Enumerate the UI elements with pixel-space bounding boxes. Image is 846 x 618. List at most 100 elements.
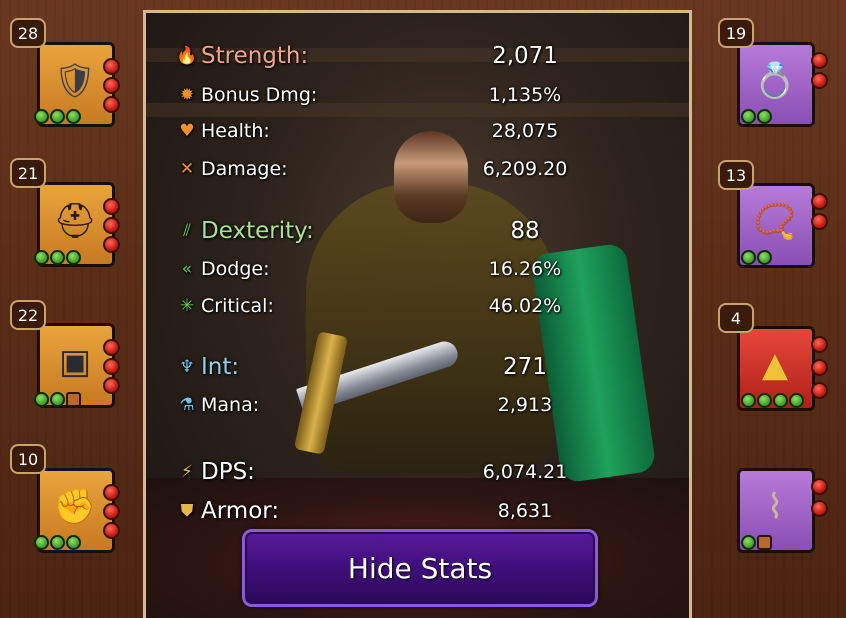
flame-icon: 🔥 <box>176 46 198 66</box>
stat-value: 6,209.20 <box>482 158 568 180</box>
upgrade-dot-icon <box>34 250 49 265</box>
stat-int: ♆ Int: 271 <box>175 352 595 382</box>
socket-gem-icon <box>103 339 120 356</box>
stat-dps: ⚡ DPS: 6,074.21 <box>175 457 595 487</box>
socket-gem-icon <box>103 522 120 539</box>
stat-value: 46.02% <box>488 295 562 317</box>
bracer-icon: ⌇ <box>766 487 784 527</box>
helmet-icon: ⛑ <box>53 201 97 241</box>
stat-value: 8,631 <box>497 500 553 522</box>
stat-damage: ✕ Damage: 6,209.20 <box>175 154 595 184</box>
item-level-badge: 10 <box>10 444 46 474</box>
charm-icon: ▲ <box>761 345 789 385</box>
socket-gem-icon <box>103 58 120 75</box>
heart-icon: ♥ <box>179 121 195 141</box>
upgrade-dot-icon <box>66 535 81 550</box>
upgrade-dot-icon <box>34 535 49 550</box>
item-level-badge: 4 <box>718 303 754 333</box>
socket-gem-icon <box>103 236 120 253</box>
upgrade-dot-icon <box>50 392 65 407</box>
gauntlet-icon: ✊ <box>53 487 97 527</box>
upgrade-dot-icon <box>50 109 65 124</box>
item-level-badge: 21 <box>10 158 46 188</box>
socket-gem-icon <box>103 217 120 234</box>
stat-label: Bonus Dmg: <box>201 84 318 106</box>
stat-value: 6,074.21 <box>482 461 568 483</box>
socket-gem-icon <box>811 213 828 230</box>
item-level-badge: 28 <box>10 18 46 48</box>
chest-armor-icon: ▣ <box>58 342 92 382</box>
stat-label: Dexterity: <box>201 218 314 244</box>
upgrade-dot-icon <box>34 109 49 124</box>
stat-armor: ⛊ Armor: 8,631 <box>175 496 595 526</box>
claw-slash-icon: ⚡ <box>181 462 193 482</box>
stat-health: ♥ Health: 28,075 <box>175 116 595 146</box>
socket-gem-icon <box>103 96 120 113</box>
socket-gem-icon <box>103 358 120 375</box>
upgrade-dot-icon <box>757 393 772 408</box>
upgrade-dot-icon <box>741 250 756 265</box>
stat-label: Health: <box>201 120 270 142</box>
upgrade-dot-icon <box>741 393 756 408</box>
stat-dodge: « Dodge: 16.26% <box>175 254 595 284</box>
stat-value: 2,913 <box>497 394 553 416</box>
socket-gem-icon <box>103 198 120 215</box>
upgrade-dot-icon <box>773 393 788 408</box>
upgrade-dot-icon <box>741 535 756 550</box>
stat-label: Armor: <box>201 498 280 524</box>
hide-stats-button[interactable]: Hide Stats <box>242 529 598 607</box>
chevrons-icon: « <box>181 259 193 279</box>
socket-gem-icon <box>811 500 828 517</box>
stat-mana: ⚗ Mana: 2,913 <box>175 390 595 420</box>
crossed-swords-icon: ✕ <box>179 159 195 179</box>
burst-icon: ✹ <box>179 85 195 105</box>
ring-icon: 💍 <box>753 61 797 101</box>
upgrade-dot-icon <box>757 250 772 265</box>
socket-gem-icon <box>103 77 120 94</box>
socket-gem-icon <box>811 359 828 376</box>
stat-value: 271 <box>503 354 547 380</box>
stat-label: Dodge: <box>201 258 270 280</box>
socket-gem-icon <box>103 377 120 394</box>
stat-label: Strength: <box>201 43 309 69</box>
item-level-badge: 13 <box>718 160 754 190</box>
upgrade-dot-icon <box>50 250 65 265</box>
stat-label: DPS: <box>201 459 255 485</box>
dash-lines-icon: ⫽ <box>183 221 191 241</box>
upgrade-dot-icon <box>66 109 81 124</box>
stat-bonus-dmg: ✹ Bonus Dmg: 1,135% <box>175 80 595 110</box>
necklace-icon: 📿 <box>753 202 797 242</box>
socket-gem-icon <box>811 382 828 399</box>
stat-label: Critical: <box>201 295 274 317</box>
stat-label: Damage: <box>201 158 288 180</box>
upgrade-dot-icon <box>66 250 81 265</box>
socket-gem-icon <box>811 52 828 69</box>
socket-gem-icon <box>811 478 828 495</box>
shield-icon: ⛊ <box>180 501 194 521</box>
stat-strength: 🔥 Strength: 2,071 <box>175 41 595 71</box>
socket-gem-icon <box>811 336 828 353</box>
item-level-badge: 22 <box>10 300 46 330</box>
stat-value: 88 <box>510 218 540 244</box>
upgrade-dot-icon <box>50 535 65 550</box>
upgrade-dot-icon <box>789 393 804 408</box>
socket-gem-icon <box>103 503 120 520</box>
stat-value: 1,135% <box>488 84 562 106</box>
shield-weapon-icon: 🛡 <box>53 61 97 101</box>
upgrade-dot-icon <box>741 109 756 124</box>
item-level-badge: 19 <box>718 18 754 48</box>
empty-upgrade-slot-icon <box>757 535 772 550</box>
empty-upgrade-slot-icon <box>66 392 81 407</box>
socket-gem-icon <box>811 72 828 89</box>
stat-value: 28,075 <box>491 120 559 142</box>
stat-label: Mana: <box>201 394 260 416</box>
stat-value: 2,071 <box>492 43 558 69</box>
potion-flask-icon: ⚗ <box>179 395 195 415</box>
critical-burst-icon: ✳ <box>179 296 195 316</box>
socket-gem-icon <box>811 193 828 210</box>
stat-critical: ✳ Critical: 46.02% <box>175 291 595 321</box>
stat-value: 16.26% <box>488 258 562 280</box>
trident-icon: ♆ <box>179 357 195 377</box>
stat-dexterity: ⫽ Dexterity: 88 <box>175 216 595 246</box>
upgrade-dot-icon <box>34 392 49 407</box>
